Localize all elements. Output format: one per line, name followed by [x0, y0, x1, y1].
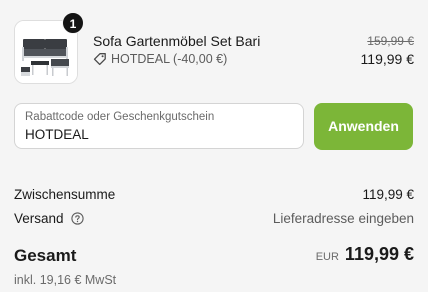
- apply-discount-button[interactable]: Anwenden: [314, 103, 413, 150]
- total-label: Gesamt: [14, 246, 77, 265]
- currency-code: EUR: [315, 251, 339, 263]
- tag-icon: [93, 53, 106, 66]
- help-circle-icon[interactable]: [71, 212, 84, 225]
- subtotal-value: 119,99 €: [362, 187, 414, 202]
- applied-discount: HOTDEAL (-40,00 €): [93, 52, 227, 66]
- discount-text: HOTDEAL (-40,00 €): [111, 52, 228, 66]
- discounted-price: 119,99 €: [360, 51, 414, 67]
- tax-note: inkl. 19,16 € MwSt: [14, 273, 117, 287]
- discount-code-label: Rabattcode oder Geschenkgutschein: [25, 111, 215, 123]
- discount-code-value[interactable]: HOTDEAL: [25, 127, 293, 143]
- subtotal-label: Zwischensumme: [14, 187, 116, 202]
- shipping-label: Versand: [14, 211, 64, 226]
- shipping-row: Versand Lieferadresse eingeben: [14, 211, 414, 226]
- shipping-value: Lieferadresse eingeben: [272, 211, 414, 226]
- total-amount: 119,99 €: [344, 244, 414, 264]
- original-price: 159,99 €: [367, 34, 414, 48]
- total-price: EUR 119,99 €: [316, 244, 414, 265]
- quantity-badge: 1: [62, 12, 84, 34]
- subtotal-row: Zwischensumme 119,99 €: [14, 187, 414, 202]
- product-title: Sofa Gartenmöbel Set Bari: [93, 33, 261, 49]
- discount-code-input[interactable]: Rabattcode oder Geschenkgutschein HOTDEA…: [14, 103, 304, 149]
- cart-line-item: 1 Sofa Gartenmöbel Set Bari HOTDEAL (-40…: [14, 12, 414, 84]
